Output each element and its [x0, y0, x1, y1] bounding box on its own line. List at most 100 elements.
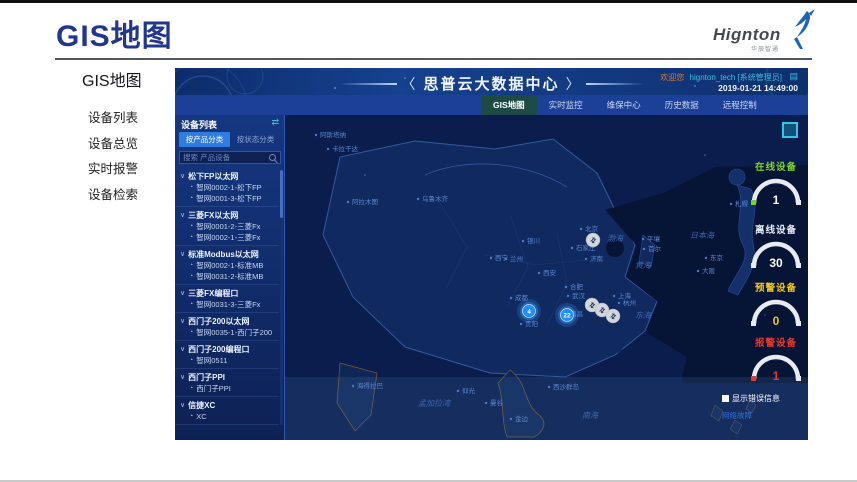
- device-group-label: 西门子200编程口: [188, 344, 249, 355]
- search-icon: [269, 154, 276, 161]
- dashboard-tab[interactable]: 维保中心: [595, 95, 653, 115]
- device-count-marker[interactable]: 4: [517, 299, 541, 323]
- device-search-box: [179, 151, 281, 164]
- device-item-label: 智网0031-3-三菱Fx: [196, 299, 260, 310]
- device-item-label: 西门子PPI: [196, 383, 231, 394]
- chevron-down-icon: ∨: [180, 250, 185, 258]
- gauge-label: 报警设备: [744, 335, 808, 349]
- chevron-down-icon: ∨: [180, 211, 185, 219]
- gauge-value: 1: [773, 193, 780, 207]
- side-nav-item[interactable]: 设备总览: [88, 133, 138, 152]
- device-icon: ◔: [189, 234, 193, 241]
- dashboard-tab[interactable]: 实时监控: [537, 95, 595, 115]
- device-group: ∨西门子200以太网◔智网0035-1-西门子200: [175, 313, 279, 341]
- device-item[interactable]: ◔智网0001-3-松下FP: [175, 193, 279, 204]
- device-group-row[interactable]: ∨标准Modbus以太网: [175, 248, 279, 260]
- dashboard-tab[interactable]: GIS地图: [481, 95, 537, 115]
- checkbox-label: 显示错误信息: [732, 393, 780, 404]
- svg-text:北京: 北京: [585, 224, 599, 233]
- welcome-prefix: 欢迎您: [660, 73, 684, 82]
- device-group-row[interactable]: ∨西门子200以太网: [175, 315, 279, 327]
- device-group-row[interactable]: ∨三菱FX以太网: [175, 209, 279, 221]
- svg-text:仰光: 仰光: [462, 386, 476, 395]
- gauge-3: 预警设备0: [744, 280, 808, 329]
- device-item[interactable]: ◔XC: [175, 411, 279, 422]
- device-count-marker[interactable]: 22: [555, 303, 579, 327]
- device-search-input[interactable]: [180, 153, 269, 162]
- device-item[interactable]: ◔智网0511: [175, 355, 279, 366]
- gateway-cluster-marker[interactable]: ⇄: [606, 309, 620, 323]
- device-item[interactable]: ◔智网0002-1-三菱Fx: [175, 232, 279, 243]
- side-nav-item[interactable]: 设备列表: [88, 107, 138, 126]
- panel-scrollbar[interactable]: [280, 170, 283, 425]
- device-icon: ◔: [189, 329, 193, 336]
- svg-text:孟加拉湾: 孟加拉湾: [418, 399, 452, 408]
- gateway-cluster-marker[interactable]: ⇄: [586, 233, 600, 247]
- page-title: GIS地图: [56, 11, 173, 55]
- device-icon: ◔: [189, 357, 193, 364]
- side-nav-item[interactable]: 实时报警: [88, 158, 138, 177]
- device-item[interactable]: ◔西门子PPI: [175, 383, 279, 394]
- network-fault-link[interactable]: 网络故障: [722, 410, 802, 421]
- device-item-label: 智网0031-2-标准MB: [196, 271, 263, 282]
- device-group-label: 标准Modbus以太网: [188, 249, 259, 260]
- page: GIS地图 Hignton 华辰智通 GIS地图 设备列表设备总览实时报警设备检…: [0, 0, 857, 482]
- menu-icon[interactable]: ▤: [789, 71, 798, 82]
- dashboard-tab[interactable]: 远程控制: [711, 95, 769, 115]
- device-item[interactable]: ◔智网0002-1-标准MB: [175, 260, 279, 271]
- device-item-label: 智网0035-1-西门子200: [196, 327, 272, 338]
- device-group-row[interactable]: ∨松下FP以太网: [175, 170, 279, 182]
- svg-text:海得拉巴: 海得拉巴: [357, 381, 384, 390]
- device-group: ∨三菱FX编程口◔智网0031-3-三菱Fx: [175, 285, 279, 313]
- device-icon: ◔: [189, 413, 193, 420]
- device-item[interactable]: ◔智网0031-2-标准MB: [175, 271, 279, 282]
- device-group: ∨松下FP以太网◔智网0002-1-松下FP◔智网0001-3-松下FP: [175, 168, 279, 207]
- device-group-row[interactable]: ∨信捷XC: [175, 399, 279, 411]
- device-icon: ◔: [189, 195, 193, 202]
- svg-text:东海: 东海: [635, 311, 652, 320]
- device-group: ∨三菱FX以太网◔智网0001-2-三菱Fx◔智网0002-1-三菱Fx: [175, 207, 279, 246]
- device-panel-tab[interactable]: 按产品分类: [179, 132, 230, 147]
- svg-text:22: 22: [563, 313, 571, 320]
- device-group-row[interactable]: ∨三菱FX编程口: [175, 287, 279, 299]
- device-group: ∨标准Modbus以太网◔智网0002-1-标准MB◔智网0031-2-标准MB: [175, 246, 279, 285]
- device-icon: ◔: [189, 385, 193, 392]
- svg-text:黄海: 黄海: [635, 261, 652, 270]
- side-nav-heading: GIS地图: [82, 67, 142, 91]
- device-item[interactable]: ◔智网0031-3-三菱Fx: [175, 299, 279, 310]
- svg-text:曼谷: 曼谷: [490, 398, 504, 407]
- logo-brand-text: Hignton: [713, 25, 781, 45]
- gauge-value: 1: [773, 369, 780, 383]
- title-flank-left: [339, 83, 397, 85]
- fullscreen-icon[interactable]: [782, 122, 798, 138]
- side-nav-item[interactable]: 设备检索: [88, 184, 138, 203]
- collapse-panel-icon[interactable]: ⇄: [271, 117, 279, 128]
- device-item[interactable]: ◔智网0001-2-三菱Fx: [175, 221, 279, 232]
- device-group-row[interactable]: ∨西门子PPI: [175, 371, 279, 383]
- device-item-label: 智网0511: [196, 355, 227, 366]
- device-panel-tab[interactable]: 按状态分类: [230, 132, 281, 147]
- device-icon: ◔: [189, 223, 193, 230]
- device-item[interactable]: ◔智网0002-1-松下FP: [175, 182, 279, 193]
- svg-text:南海: 南海: [582, 411, 599, 420]
- dashboard-tab-bar: GIS地图实时监控维保中心历史数据远程控制: [175, 95, 808, 115]
- svg-text:上海: 上海: [618, 291, 632, 300]
- device-item[interactable]: ◔智网0035-1-西门子200: [175, 327, 279, 338]
- svg-text:平壤: 平壤: [647, 234, 661, 243]
- device-group: ∨信捷XC◔XC: [175, 397, 279, 425]
- chevron-down-icon: ∨: [180, 172, 185, 180]
- device-group: ∨西门子200编程口◔智网0511: [175, 341, 279, 369]
- dashboard-tab[interactable]: 历史数据: [653, 95, 711, 115]
- gauge-label: 预警设备: [744, 280, 808, 294]
- device-item-label: 智网0002-1-标准MB: [196, 260, 263, 271]
- title-flank-right: [586, 83, 644, 85]
- svg-text:卡拉干达: 卡拉干达: [332, 144, 359, 153]
- show-errors-checkbox[interactable]: 显示错误信息: [722, 393, 802, 404]
- svg-text:合肥: 合肥: [570, 282, 584, 291]
- svg-text:兰州: 兰州: [510, 254, 523, 263]
- gauge-label: 离线设备: [744, 222, 808, 236]
- map-canvas[interactable]: 阿斯塔纳卡拉干达阿拉木图乌鲁木齐银川西宁兰州西安成都贵阳武汉南昌合肥上海杭州北京…: [285, 115, 808, 440]
- device-icon: ◔: [189, 262, 193, 269]
- device-group-row[interactable]: ∨西门子200编程口: [175, 343, 279, 355]
- svg-text:济南: 济南: [590, 254, 604, 263]
